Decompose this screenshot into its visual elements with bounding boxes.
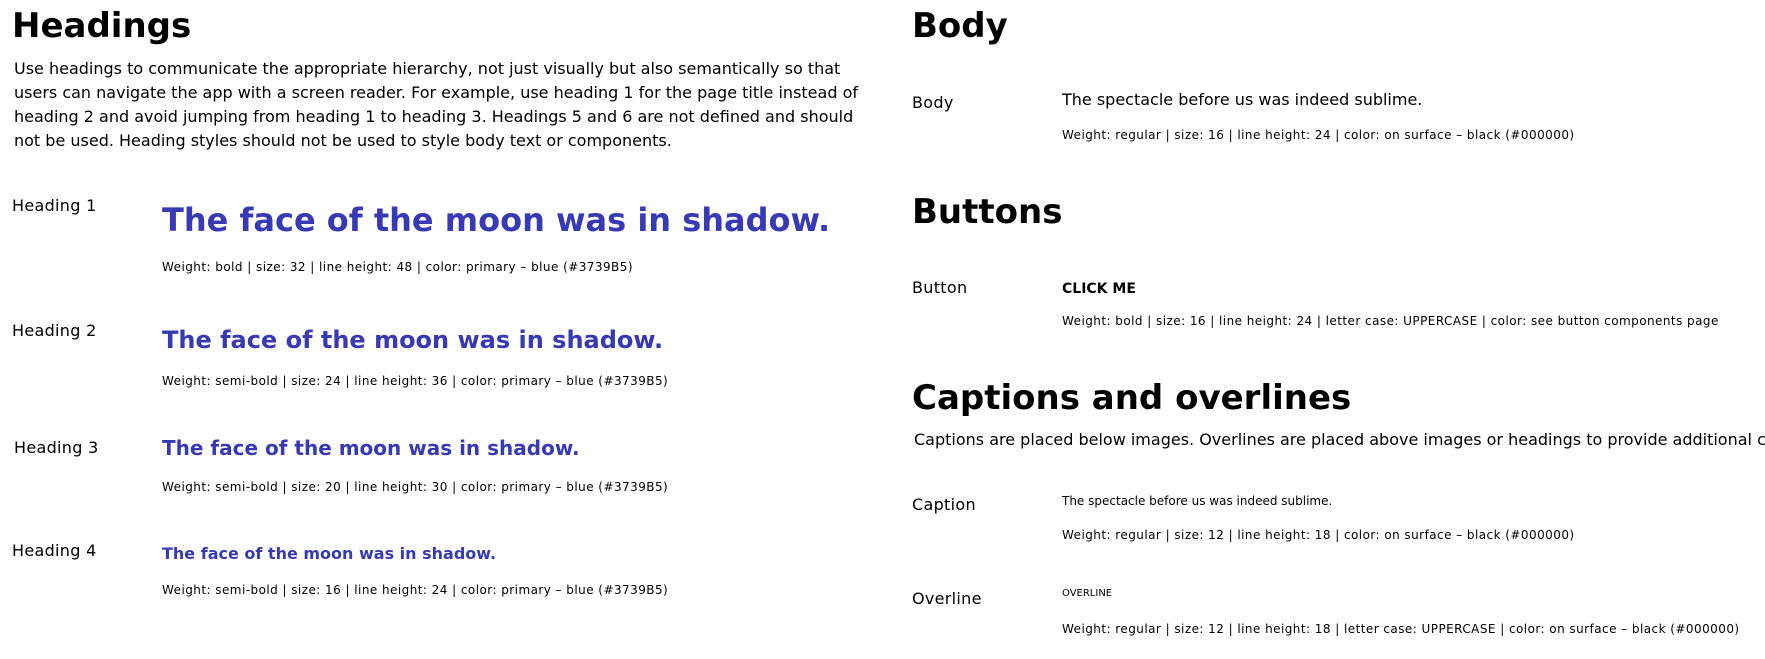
heading-3-sample: The face of the moon was in shadow. [162, 436, 580, 460]
caption-spec: Weight: regular | size: 12 | line height… [1062, 528, 1575, 542]
body-spec: Weight: regular | size: 16 | line height… [1062, 128, 1575, 142]
buttons-title: Buttons [912, 192, 1063, 232]
heading-2-sample: The face of the moon was in shadow. [162, 326, 664, 354]
button-label: Button [912, 278, 968, 297]
headings-intro: Use headings to communicate the appropri… [14, 59, 858, 150]
overline-sample: OVERLINE [1062, 588, 1113, 599]
captions-title: Captions and overlines [912, 378, 1352, 418]
heading-2-label: Heading 2 [12, 321, 97, 340]
heading-3-spec: Weight: semi-bold | size: 20 | line heig… [162, 480, 669, 494]
heading-4-spec: Weight: semi-bold | size: 16 | line heig… [162, 583, 669, 597]
body-title: Body [912, 6, 1008, 46]
heading-1-sample: The face of the moon was in shadow. [162, 201, 831, 239]
headings-title: Headings [12, 6, 192, 46]
caption-sample: The spectacle before us was indeed subli… [1062, 494, 1333, 508]
body-sample: The spectacle before us was indeed subli… [1062, 90, 1423, 109]
body-label: Body [912, 93, 954, 112]
button-spec: Weight: bold | size: 16 | line height: 2… [1062, 314, 1719, 328]
heading-4-sample: The face of the moon was in shadow. [162, 544, 497, 563]
heading-1-label: Heading 1 [12, 196, 97, 215]
heading-2-spec: Weight: semi-bold | size: 24 | line heig… [162, 374, 669, 388]
button-sample: CLICK ME [1062, 281, 1136, 297]
captions-intro: Captions are placed below images. Overli… [914, 430, 1765, 449]
overline-label: Overline [912, 589, 982, 608]
overline-spec: Weight: regular | size: 12 | line height… [1062, 622, 1740, 636]
heading-4-label: Heading 4 [12, 541, 97, 560]
heading-1-spec: Weight: bold | size: 32 | line height: 4… [162, 260, 633, 274]
caption-label: Caption [912, 495, 976, 514]
heading-3-label: Heading 3 [14, 438, 99, 457]
